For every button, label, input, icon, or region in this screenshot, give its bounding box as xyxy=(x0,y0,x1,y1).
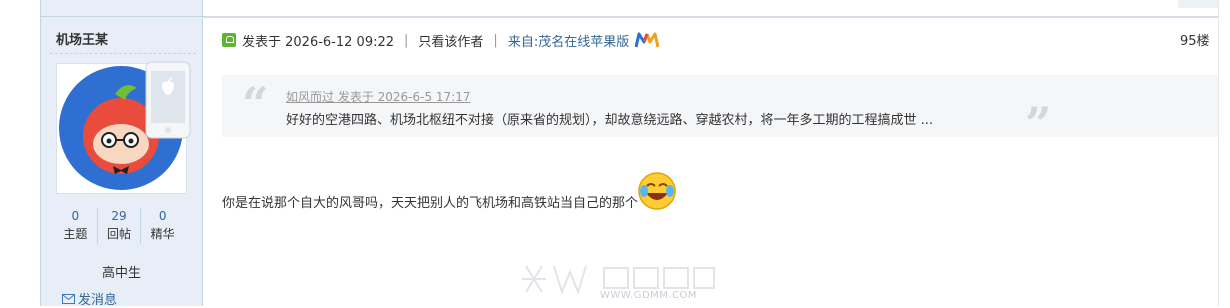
m-logo-icon xyxy=(635,32,660,48)
open-quote-icon: “ xyxy=(242,77,269,131)
user-group: 高中生 xyxy=(101,266,141,281)
post-body: 你是在说那个自大的风哥吗，天天把别人的飞机场和高铁站当自己的那个 xyxy=(222,172,678,211)
name-divider xyxy=(50,53,196,54)
stat-value: 29 xyxy=(111,209,127,223)
quote-meta-link[interactable]: 如风而过 发表于 2026-6-5 17:17 xyxy=(286,88,471,105)
watermark-url: WWW.GDMM.COM xyxy=(600,290,698,301)
posted-time: 发表于 2026-6-12 09:22 xyxy=(242,34,395,50)
send-message-label: 发消息 xyxy=(78,293,118,308)
stat-threads[interactable]: 0 主题 xyxy=(54,208,98,244)
stat-label: 主题 xyxy=(63,227,88,241)
separator: | xyxy=(404,32,409,48)
stat-value: 0 xyxy=(71,209,80,223)
author-name[interactable]: 机场王某 xyxy=(56,29,108,48)
right-scroll-strip xyxy=(1218,0,1230,306)
post-top-divider xyxy=(203,16,1218,18)
top-edge-icon xyxy=(1178,0,1218,8)
envelope-icon xyxy=(62,293,75,304)
close-quote-icon: ” xyxy=(1025,97,1052,151)
stat-replies[interactable]: 29 回帖 xyxy=(98,208,142,244)
sidebar-divider xyxy=(41,16,202,17)
stat-value: 0 xyxy=(158,209,167,223)
quote-text: 好好的空港四路、机场北枢纽不对接（原来省的规划），却故意绕远路、穿越农村，将一年… xyxy=(286,113,934,128)
send-message-link[interactable]: 发消息 xyxy=(62,289,117,308)
post-text: 你是在说那个自大的风哥吗，天天把别人的飞机场和高铁站当自己的那个 xyxy=(222,196,639,211)
laughing-emoji-icon xyxy=(638,172,676,210)
stat-label: 精华 xyxy=(150,227,175,241)
from-client-link[interactable]: 来自:茂名在线苹果版 xyxy=(508,31,629,50)
author-sidebar: 机场王某 0 主题 29 回帖 0 精华 高中生 发消息 xyxy=(40,0,203,308)
quote-block: “ 如风而过 发表于 2026-6-5 17:17 好好的空港四路、机场北枢纽不… xyxy=(222,75,1218,147)
stat-digest[interactable]: 0 精华 xyxy=(141,208,184,244)
mobile-phone-icon xyxy=(145,61,191,139)
stat-label: 回帖 xyxy=(107,227,132,241)
author-stats: 0 主题 29 回帖 0 精华 xyxy=(54,208,184,244)
only-author-link[interactable]: 只看该作者 xyxy=(418,31,483,50)
left-gutter xyxy=(0,0,40,306)
floor-number[interactable]: 95楼 xyxy=(1180,30,1210,49)
separator: | xyxy=(493,32,498,48)
post-header: 发表于 2026-6-12 09:22 | 只看该作者 | 来自:茂名在线苹果版 xyxy=(222,30,660,50)
online-user-icon xyxy=(222,33,236,47)
